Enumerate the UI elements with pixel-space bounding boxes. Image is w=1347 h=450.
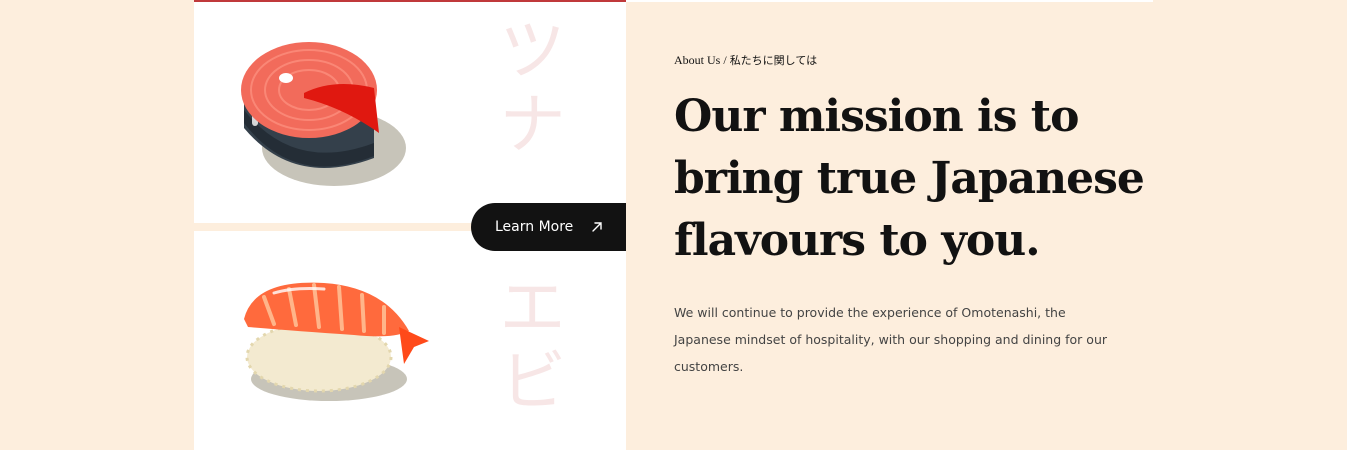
about-section: ツナ エビ Learn More About Us / 私たちに関しては Our…	[0, 0, 1347, 450]
tuna-steak-illustration	[241, 42, 406, 186]
breadcrumb-separator: /	[723, 53, 727, 67]
arrow-up-right-icon	[592, 222, 602, 232]
breadcrumb-jp: 私たちに関しては	[729, 54, 818, 67]
learn-more-button[interactable]: Learn More	[471, 203, 626, 251]
breadcrumb: About Us / 私たちに関しては	[674, 52, 817, 68]
mission-description: We will continue to provide the experien…	[674, 305, 1108, 374]
mission-headline: Our mission is to bring true Japanese fl…	[674, 91, 1145, 266]
learn-more-label: Learn More	[495, 219, 574, 235]
shrimp-nigiri-illustration	[244, 282, 429, 401]
shrimp-card: エビ	[194, 231, 626, 450]
top-divider	[626, 0, 1153, 2]
tuna-card: ツナ	[194, 0, 626, 223]
tuna-kana-text: ツナ	[486, 14, 565, 162]
shrimp-kana-text: エビ	[486, 271, 565, 419]
breadcrumb-en: About Us	[674, 53, 721, 67]
